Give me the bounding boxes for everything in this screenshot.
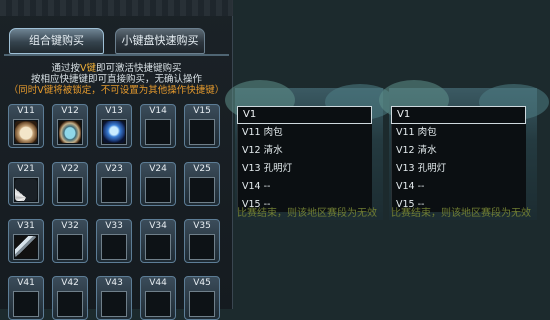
- slot-label: V33: [105, 221, 123, 231]
- dropdown-options: V11 肉包 V12 清水 V13 孔明灯 V14 -- V15 --: [391, 124, 526, 212]
- hotkey-slot-v25[interactable]: V25: [184, 162, 220, 206]
- sword-icon[interactable]: [15, 236, 37, 258]
- tab-combo-key-buy[interactable]: 组合键购买: [9, 28, 104, 54]
- slot-label: V23: [105, 164, 123, 174]
- slot-label: V45: [193, 278, 211, 288]
- hotkey-slot-v43[interactable]: V43: [96, 276, 132, 320]
- item-slot[interactable]: [57, 234, 83, 260]
- item-slot[interactable]: [189, 291, 215, 317]
- instruction-warning: （同时V键将被锁定，不可设置为其他操作快捷键）: [8, 85, 225, 96]
- hotkey-slot-v31[interactable]: V31: [8, 219, 44, 263]
- instruction-line-2: 按相应快捷键即可直接购买，无确认操作: [30, 74, 202, 85]
- hotkey-slot-v35[interactable]: V35: [184, 219, 220, 263]
- hotkey-slot-v42[interactable]: V42: [52, 276, 88, 320]
- hotkey-slot-v44[interactable]: V44: [140, 276, 176, 320]
- slot-label: V25: [193, 164, 211, 174]
- instruction-text: 通过按: [51, 63, 80, 74]
- dropdown-option[interactable]: V12 清水: [392, 142, 526, 160]
- meat-bun-icon[interactable]: [15, 121, 37, 143]
- slot-label: V13: [105, 106, 123, 116]
- item-slot[interactable]: [101, 234, 127, 260]
- hotkey-slot-v22[interactable]: V22: [52, 162, 88, 206]
- quick-buy-panel: 组合键购买 小键盘快速购买 通过按V键即可激活快捷键购买 按相应快捷键即可直接购…: [0, 0, 233, 320]
- dropdown-option[interactable]: V12 清水: [238, 142, 372, 160]
- tab-numpad-quick-buy[interactable]: 小键盘快速购买: [115, 28, 205, 54]
- hotkey-slot-v15[interactable]: V15: [184, 104, 220, 148]
- item-slot[interactable]: [189, 119, 215, 145]
- item-slot[interactable]: [145, 177, 171, 203]
- slot-label: V42: [61, 278, 79, 288]
- panel-top-border: [0, 0, 233, 16]
- slot-label: V43: [105, 278, 123, 288]
- instruction-key: V键: [80, 63, 96, 74]
- hotkey-slot-v34[interactable]: V34: [140, 219, 176, 263]
- slot-label: V35: [193, 221, 211, 231]
- scrolling-notice: 比赛结束，则该地区赛段为无效: [391, 208, 531, 219]
- slot-label: V44: [149, 278, 167, 288]
- tab-divider: [4, 54, 229, 56]
- item-slot[interactable]: [145, 234, 171, 260]
- item-slot[interactable]: [57, 291, 83, 317]
- dropdown-option[interactable]: V11 肉包: [238, 124, 372, 142]
- hotkey-slot-v23[interactable]: V23: [96, 162, 132, 206]
- dropdown-options: V11 肉包 V12 清水 V13 孔明灯 V14 -- V15 --: [237, 124, 372, 212]
- hotkey-slot-v11[interactable]: V11: [8, 104, 44, 148]
- slot-label: V11: [17, 106, 35, 116]
- slot-label: V31: [17, 221, 35, 231]
- hotkey-slot-v45[interactable]: V45: [184, 276, 220, 320]
- item-slot[interactable]: [101, 291, 127, 317]
- dropdown-option[interactable]: V14 --: [238, 178, 372, 196]
- water-bowl-icon[interactable]: [59, 121, 81, 143]
- item-slot[interactable]: [13, 291, 39, 317]
- slot-label: V14: [149, 106, 167, 116]
- item-slot[interactable]: [57, 177, 83, 203]
- slot-label: V41: [17, 278, 35, 288]
- scrolling-notice: 比赛结束，则该地区赛段为无效: [237, 208, 377, 219]
- dropdown-option[interactable]: V11 肉包: [392, 124, 526, 142]
- hotkey-slot-v33[interactable]: V33: [96, 219, 132, 263]
- kongming-lantern-icon[interactable]: [103, 121, 125, 143]
- item-slot[interactable]: [145, 291, 171, 317]
- slot-label: V34: [149, 221, 167, 231]
- slot-label: V22: [61, 164, 79, 174]
- hotkey-slot-v24[interactable]: V24: [140, 162, 176, 206]
- item-slot[interactable]: [13, 177, 39, 203]
- slot-label: V21: [17, 164, 35, 174]
- item-slot[interactable]: [189, 177, 215, 203]
- hotkey-slot-v13[interactable]: V13: [96, 104, 132, 148]
- item-slot[interactable]: [189, 234, 215, 260]
- dropdown-option[interactable]: V13 孔明灯: [238, 160, 372, 178]
- item-slot[interactable]: [101, 177, 127, 203]
- item-slot[interactable]: [13, 234, 39, 260]
- hotkey-slot-v14[interactable]: V14: [140, 104, 176, 148]
- slot-label: V15: [193, 106, 211, 116]
- item-slot[interactable]: [13, 119, 39, 145]
- hotkey-slot-v41[interactable]: V41: [8, 276, 44, 320]
- hotkey-slot-v32[interactable]: V32: [52, 219, 88, 263]
- instruction-text: 即可激活快捷键购买: [96, 63, 182, 74]
- fan-icon[interactable]: [15, 179, 37, 201]
- item-slot[interactable]: [101, 119, 127, 145]
- hotkey-slot-v12[interactable]: V12: [52, 104, 88, 148]
- slot-label: V12: [61, 106, 79, 116]
- slot-label: V32: [61, 221, 79, 231]
- instructions: 通过按V键即可激活快捷键购买 按相应快捷键即可直接购买，无确认操作 （同时V键将…: [0, 63, 233, 96]
- item-slot[interactable]: [145, 119, 171, 145]
- dropdown-select[interactable]: V1: [391, 106, 526, 124]
- dropdown-option[interactable]: V13 孔明灯: [392, 160, 526, 178]
- hotkey-slot-v21[interactable]: V21: [8, 162, 44, 206]
- slot-label: V24: [149, 164, 167, 174]
- item-slot[interactable]: [57, 119, 83, 145]
- dropdown-select[interactable]: V1: [237, 106, 372, 124]
- instruction-line-1: 通过按V键即可激活快捷键购买: [0, 63, 233, 74]
- dropdown-option[interactable]: V14 --: [392, 178, 526, 196]
